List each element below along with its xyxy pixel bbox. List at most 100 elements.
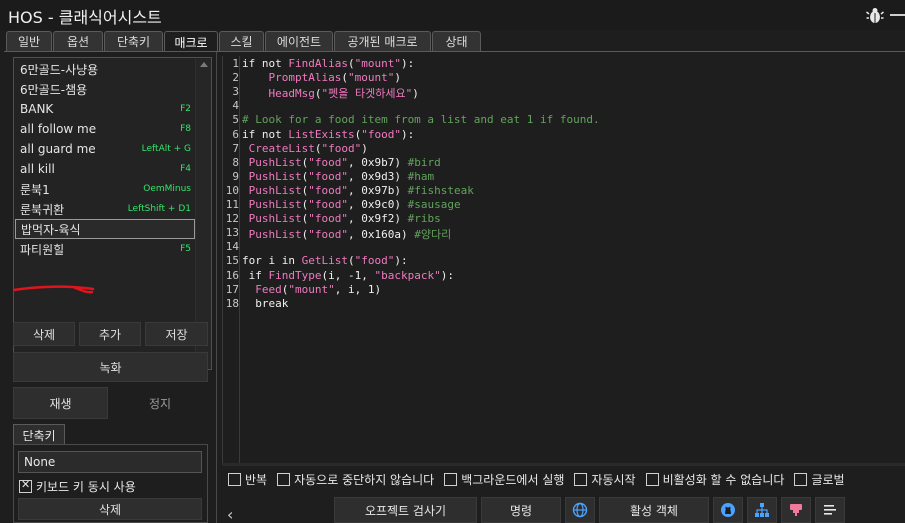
globe-icon (572, 502, 588, 518)
code-line[interactable]: # Look for a food item from a list and e… (242, 113, 600, 126)
code-line[interactable]: break (242, 297, 288, 310)
stamp-button[interactable] (781, 497, 811, 523)
line-number: 8 (232, 155, 239, 169)
tab-general[interactable]: 일반 (6, 31, 52, 51)
list-item[interactable]: 6만골드-챔용 (15, 79, 195, 99)
line-number: 15 (225, 254, 239, 268)
active-objects-button[interactable]: 활성 객체 (599, 497, 709, 523)
list-item[interactable]: 룬북1 OemMinus (15, 179, 195, 199)
chevron-left-icon[interactable]: ‹ (227, 505, 233, 523)
code-line[interactable]: CreateList("food") (242, 142, 368, 155)
line-number-gutter: 1 2 3 4 5 6 7 8 9 10 11 12 13 14 15 16 17 18 (223, 56, 240, 465)
code-line[interactable]: for i in GetList("food"): (242, 254, 408, 267)
list-item[interactable]: 룬북귀환 LeftShift + D1 (15, 199, 195, 219)
hierarchy-button[interactable] (747, 497, 777, 523)
list-icon (824, 505, 836, 515)
object-inspector-button[interactable]: 오프젝트 검사기 (334, 497, 477, 523)
line-number: 13 (225, 226, 239, 240)
tab-hotkeys[interactable]: 단축키 (104, 31, 163, 51)
option-global[interactable]: 글로벌 (794, 471, 845, 488)
code-line[interactable]: PushList("food", 0x160a) #양다리 (242, 226, 452, 242)
code-line[interactable]: if not FindAlias("mount"): (242, 57, 414, 70)
code-line[interactable]: PushList("food", 0x9f2) #ribs (242, 212, 441, 225)
title-bar: HOS - 클래식어시스트 (0, 0, 905, 30)
play-button[interactable]: 재생 (13, 387, 108, 419)
line-number: 4 (232, 99, 239, 113)
list-item[interactable]: all guard me LeftAlt + G (15, 139, 195, 159)
minimize-icon[interactable] (890, 14, 905, 16)
record-button[interactable]: 녹화 (13, 352, 208, 382)
line-number: 12 (225, 212, 239, 226)
code-line[interactable]: Feed("mount", i, 1) (242, 283, 381, 296)
code-line[interactable]: PushList("food", 0x97b) #fishsteak (242, 184, 474, 197)
line-number: 10 (225, 183, 239, 197)
line-number: 2 (232, 71, 239, 85)
list-item[interactable]: BANK F2 (15, 99, 195, 119)
window-title: HOS - 클래식어시스트 (8, 8, 162, 27)
line-number: 9 (232, 169, 239, 183)
hotkey-input[interactable]: None (18, 451, 202, 473)
list-item[interactable]: 6만골드-사냥용 (15, 59, 195, 79)
main-tabs: 일반 옵션 단축키 매크로 스킬 에이전트 공개된 매크로 상태 (6, 31, 482, 52)
code-line[interactable]: HeadMsg("펫을 타겟하세요") (242, 85, 419, 101)
code-line[interactable]: PushList("food", 0x9b7) #bird (242, 156, 441, 169)
code-line[interactable]: if FindType(i, -1, "backpack"): (242, 269, 454, 282)
commands-button[interactable]: 명령 (481, 497, 561, 523)
option-background[interactable]: 백그라운드에서 실행 (444, 471, 564, 488)
line-number: 3 (232, 85, 239, 99)
tab-status[interactable]: 상태 (432, 31, 481, 51)
save-macro-button[interactable]: 저장 (145, 322, 208, 346)
globe-button[interactable] (565, 497, 595, 523)
line-number: 5 (232, 113, 239, 127)
hotkey-delete-button[interactable]: 삭제 (18, 498, 202, 520)
stamp-icon (790, 504, 802, 516)
checkbox-icon[interactable] (645, 472, 659, 486)
github-button[interactable] (713, 497, 743, 523)
code-line[interactable]: PushList("food", 0x9c0) #sausage (242, 198, 461, 211)
editor-hscrollbar[interactable] (222, 463, 905, 466)
tab-macros[interactable]: 매크로 (164, 31, 218, 52)
line-number: 1 (232, 57, 239, 70)
option-repeat[interactable]: 반복 (228, 471, 267, 488)
line-number: 18 (225, 296, 239, 310)
option-cannot-disable[interactable]: 비활성화 할 수 없습니다 (645, 471, 784, 488)
code-line[interactable]: if not ListExists("food"): (242, 128, 414, 141)
list-item-selected[interactable]: 밥먹자-육식 (15, 219, 195, 239)
list-item[interactable]: 파티원힐 F5 (15, 239, 195, 259)
github-icon (721, 503, 735, 517)
checkbox-icon[interactable] (574, 472, 588, 486)
tab-public-macros[interactable]: 공개된 매크로 (334, 31, 431, 51)
hotkey-tab[interactable]: 단축키 (13, 424, 65, 445)
code-editor[interactable]: 1 2 3 4 5 6 7 8 9 10 11 12 13 14 15 16 17 18 if not FindA… (222, 56, 905, 465)
option-autostart[interactable]: 자동시작 (574, 471, 636, 488)
checkbox-icon[interactable] (794, 472, 808, 486)
delete-macro-button[interactable]: 삭제 (13, 322, 75, 346)
bug-icon[interactable] (866, 6, 884, 24)
stop-button[interactable]: 정지 (112, 387, 208, 419)
checkbox-label: 키보드 키 동시 사용 (36, 480, 136, 494)
keyboard-simultaneous-checkbox[interactable]: 키보드 키 동시 사용 (19, 478, 136, 495)
list-button[interactable] (815, 497, 845, 523)
line-number: 11 (225, 198, 239, 211)
scroll-up-icon[interactable] (200, 62, 208, 67)
code-line[interactable]: PromptAlias("mount") (242, 71, 401, 84)
hierarchy-icon (755, 503, 769, 517)
list-item[interactable]: all kill F4 (15, 159, 195, 179)
add-macro-button[interactable]: 추가 (79, 322, 141, 346)
checkbox-icon[interactable] (444, 472, 458, 486)
line-number: 7 (232, 141, 239, 155)
line-number: 6 (232, 127, 239, 141)
red-underline-annotation (13, 285, 95, 294)
checkbox-checked-icon[interactable] (19, 478, 32, 493)
tab-skills[interactable]: 스킬 (219, 31, 264, 51)
option-no-auto-stop[interactable]: 자동으로 중단하지 않습니다 (277, 471, 434, 488)
tab-options[interactable]: 옵션 (53, 31, 103, 51)
list-item[interactable]: all follow me F8 (15, 119, 195, 139)
tab-agents[interactable]: 에이전트 (265, 31, 333, 51)
line-number: 16 (225, 268, 239, 282)
checkbox-icon[interactable] (228, 472, 241, 486)
macro-options-bar: 반복 자동으로 중단하지 않습니다 백그라운드에서 실행 자동시작 비활성화 할… (228, 470, 855, 488)
code-line[interactable]: PushList("food", 0x9d3) #ham (242, 170, 434, 183)
checkbox-icon[interactable] (277, 472, 291, 486)
line-number: 17 (225, 282, 239, 296)
